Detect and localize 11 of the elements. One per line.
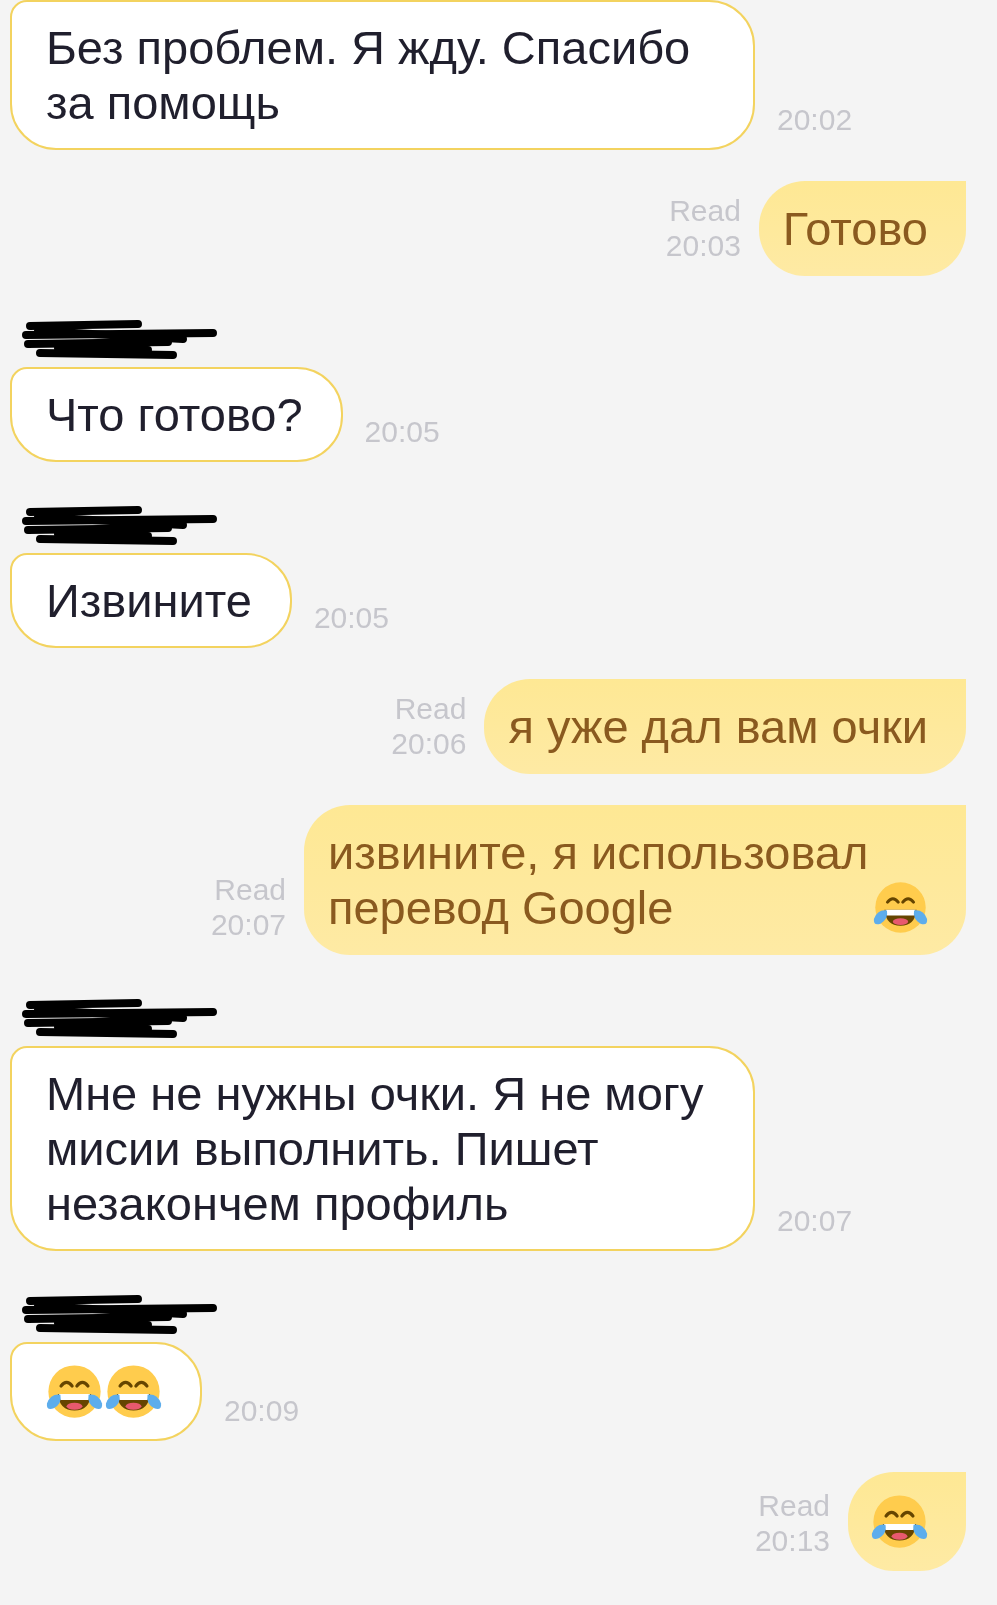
- laughing-crying-face-icon: [873, 880, 928, 935]
- message-text: Что готово?: [46, 387, 303, 442]
- message-text: Мне не нужны очки. Я не могу мисии выполнить. Пишет незакончем профиль: [46, 1066, 705, 1231]
- message-text: Готово: [782, 201, 928, 256]
- laughing-crying-face-icon: [46, 1363, 103, 1420]
- laughing-crying-face-icon: [871, 1493, 928, 1550]
- message-text: я уже дал вам очки: [508, 699, 928, 754]
- laughing-crying-face-icon: [105, 1363, 162, 1420]
- message-text: извините, я использовал перевод Google: [328, 825, 870, 935]
- message-text: Извините: [46, 573, 252, 628]
- message-text: Без проблем. Я жду. Спасибо за помощь: [46, 20, 692, 130]
